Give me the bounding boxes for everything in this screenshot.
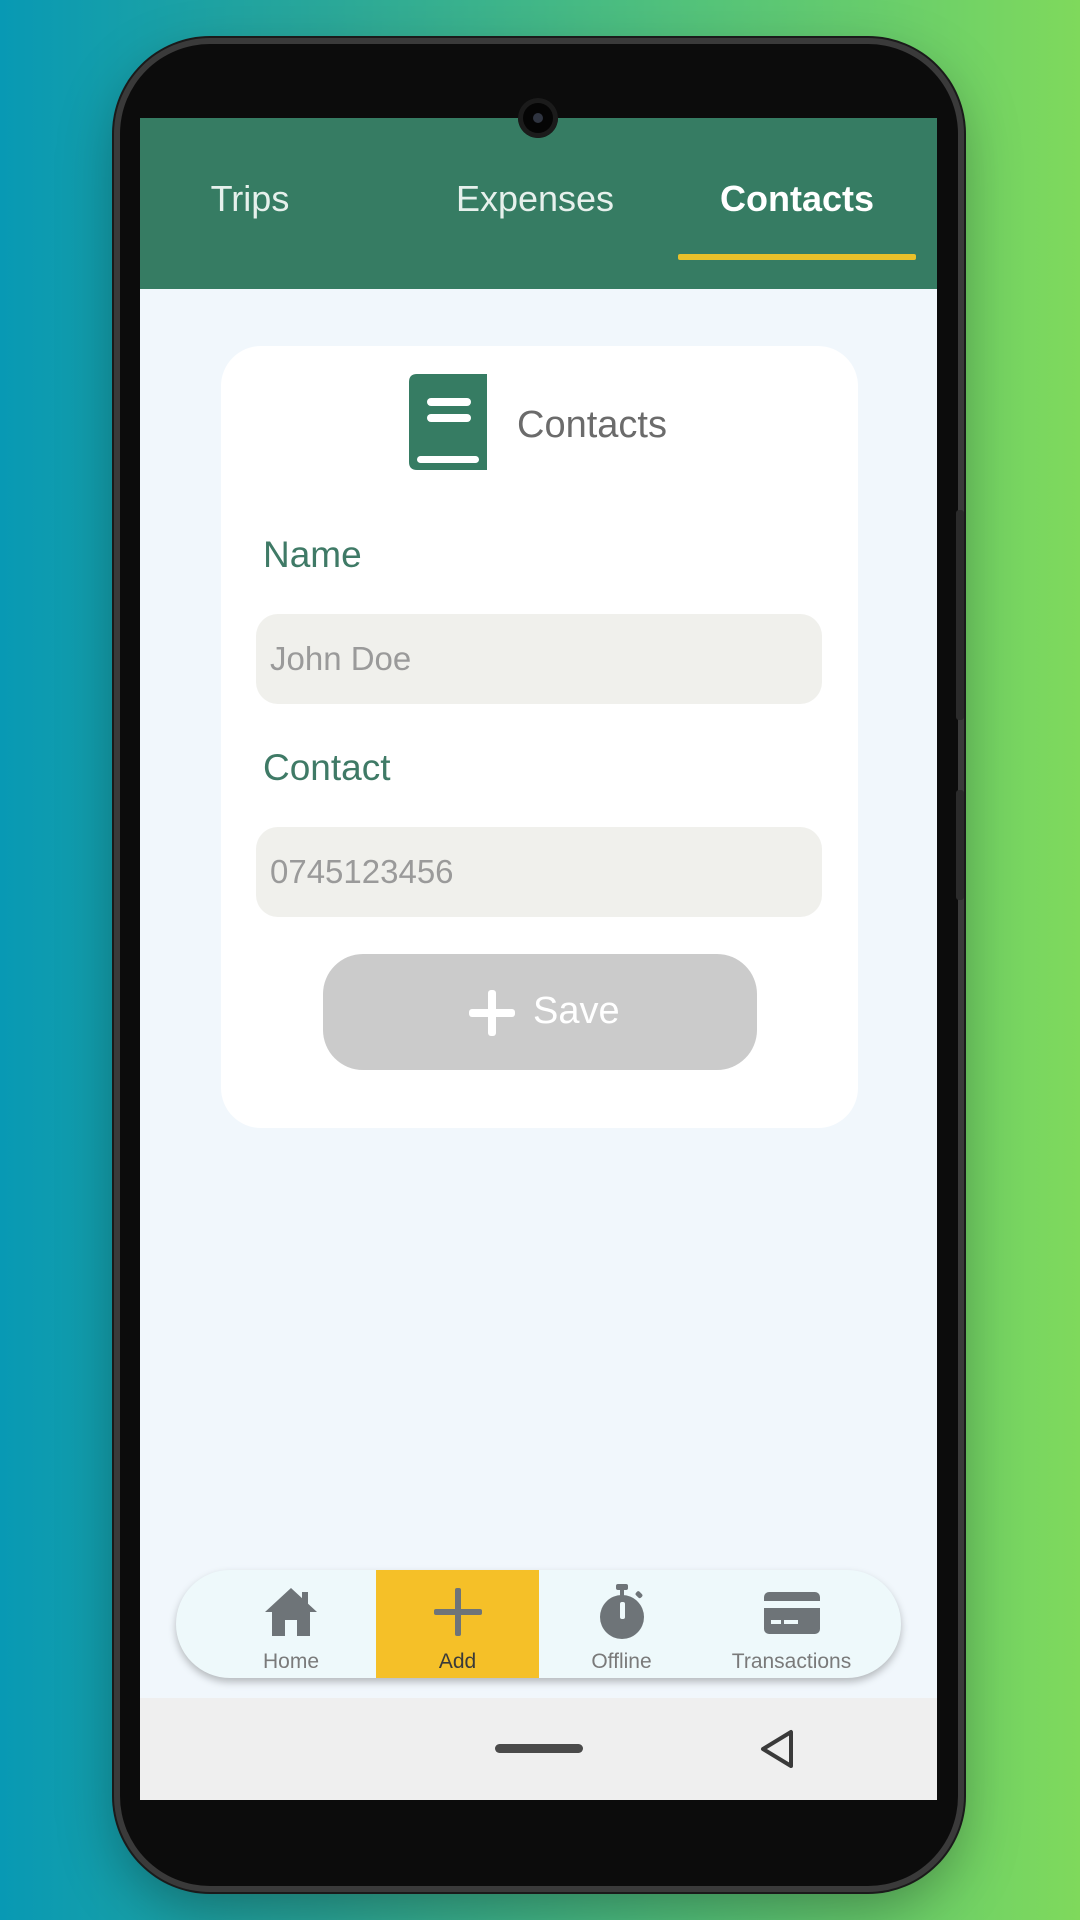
system-home-pill[interactable] [495, 1744, 583, 1753]
contact-input[interactable] [256, 827, 822, 917]
name-input[interactable] [256, 614, 822, 704]
name-label: Name [263, 534, 362, 575]
tab-trips[interactable]: Trips [180, 178, 320, 220]
bottom-navigation: Home Add Offline Transactions [176, 1570, 901, 1678]
card-header: Contacts [221, 374, 858, 474]
volume-button [956, 510, 964, 720]
contact-label: Contact [263, 747, 391, 788]
plus-icon [433, 1588, 482, 1636]
nav-item-offline[interactable]: Offline [539, 1570, 704, 1678]
card-title: Contacts [517, 404, 667, 446]
power-button [956, 790, 964, 900]
active-tab-indicator [678, 254, 916, 260]
tab-contacts[interactable]: Contacts [678, 178, 916, 220]
app-screen: Trips Expenses Contacts Contacts Name Co… [140, 118, 937, 1800]
system-navigation-bar [140, 1698, 937, 1800]
credit-card-icon [763, 1592, 820, 1634]
nav-item-home[interactable]: Home [216, 1570, 366, 1678]
home-icon [265, 1588, 317, 1636]
nav-label-offline: Offline [591, 1650, 652, 1673]
front-camera [518, 98, 558, 138]
contact-form-card: Contacts Name Contact Save [221, 346, 858, 1128]
nav-label-add: Add [438, 1650, 477, 1673]
nav-item-add[interactable]: Add [376, 1570, 539, 1678]
save-button[interactable]: Save [323, 954, 757, 1070]
nav-label-home: Home [262, 1650, 320, 1673]
contact-book-icon [409, 374, 487, 470]
plus-icon [469, 990, 515, 1036]
nav-item-transactions[interactable]: Transactions [704, 1570, 879, 1678]
top-tab-bar: Trips Expenses Contacts [140, 118, 937, 289]
save-button-label: Save [533, 990, 620, 1032]
stopwatch-icon [599, 1584, 644, 1639]
nav-label-transactions: Transactions [731, 1650, 852, 1673]
tab-expenses[interactable]: Expenses [425, 178, 645, 220]
back-icon[interactable] [757, 1728, 797, 1770]
